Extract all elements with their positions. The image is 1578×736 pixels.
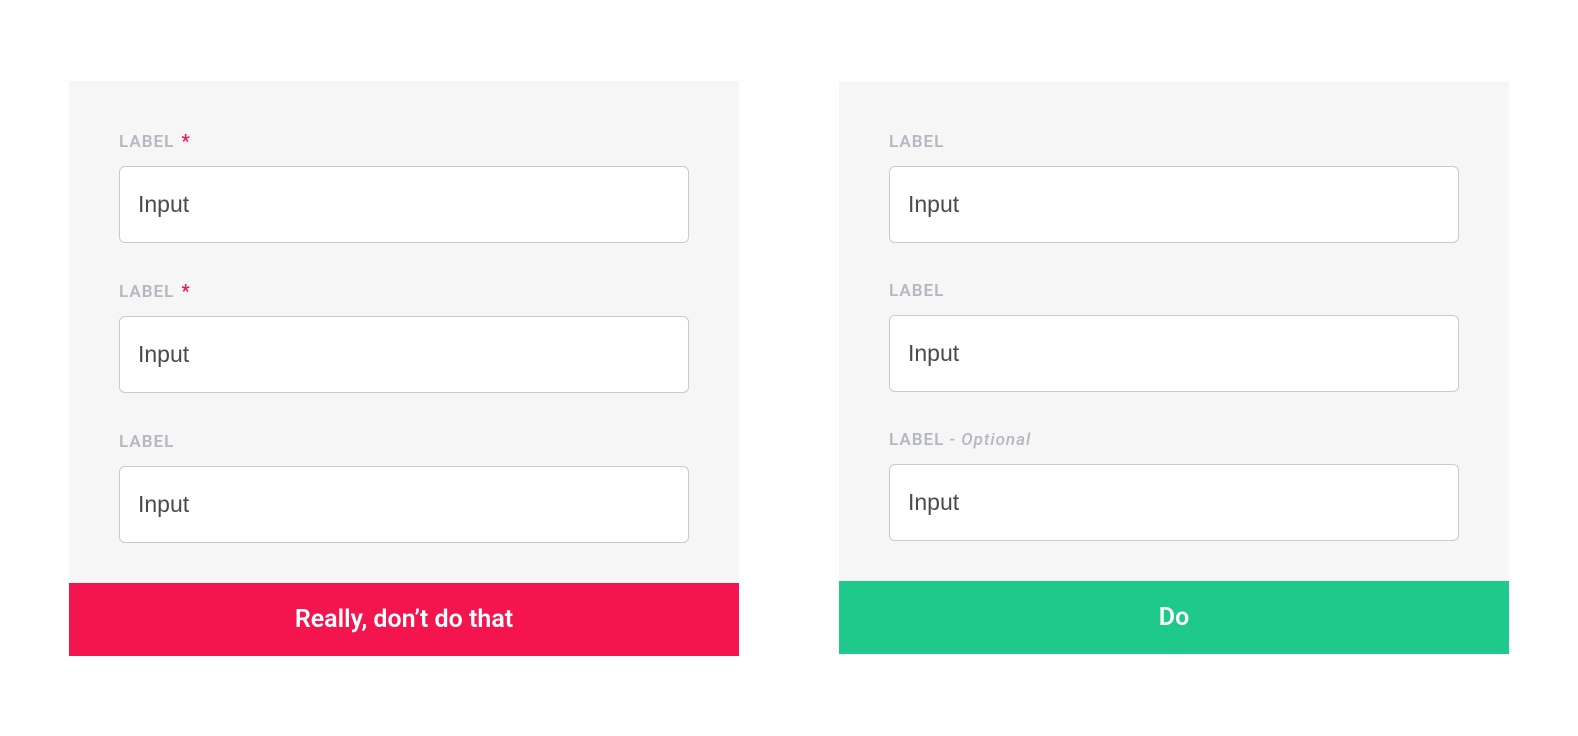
label-text: LABEL (889, 281, 944, 301)
footer-label: Do (1159, 603, 1189, 632)
panel-dont: LABEL * LABEL * LABEL Really, don’t do t… (69, 81, 739, 656)
label-text: LABEL (119, 432, 174, 452)
panel-dont-body: LABEL * LABEL * LABEL (69, 81, 739, 583)
field-group: LABEL * (119, 281, 689, 393)
label-text: LABEL (889, 132, 944, 152)
field-label: LABEL (889, 132, 1459, 152)
field-group: LABEL (119, 431, 689, 543)
label-text: LABEL (119, 132, 174, 152)
field-group: LABEL (889, 281, 1459, 392)
label-text: LABEL (119, 282, 174, 302)
field-label: LABEL * (119, 281, 689, 302)
field-group: LABEL * (119, 131, 689, 243)
field-label: LABEL (119, 431, 689, 452)
footer-label: Really, don’t do that (295, 605, 513, 634)
text-input[interactable] (119, 166, 689, 243)
required-asterisk-icon: * (182, 131, 191, 152)
field-label: LABEL (889, 281, 1459, 301)
panel-dont-footer: Really, don’t do that (69, 583, 739, 656)
text-input[interactable] (119, 466, 689, 543)
field-group: LABEL - Optional (889, 430, 1459, 541)
text-input[interactable] (889, 166, 1459, 243)
panel-do: LABEL LABEL LABEL - Optional Do (839, 82, 1509, 654)
text-input[interactable] (119, 316, 689, 393)
optional-suffix: - Optional (944, 430, 1031, 450)
label-text: LABEL (889, 430, 944, 450)
field-label: LABEL - Optional (889, 430, 1459, 450)
panel-do-footer: Do (839, 581, 1509, 654)
field-group: LABEL (889, 132, 1459, 243)
field-label: LABEL * (119, 131, 689, 152)
text-input[interactable] (889, 464, 1459, 541)
text-input[interactable] (889, 315, 1459, 392)
required-asterisk-icon: * (182, 281, 191, 302)
panel-do-body: LABEL LABEL LABEL - Optional (839, 82, 1509, 581)
